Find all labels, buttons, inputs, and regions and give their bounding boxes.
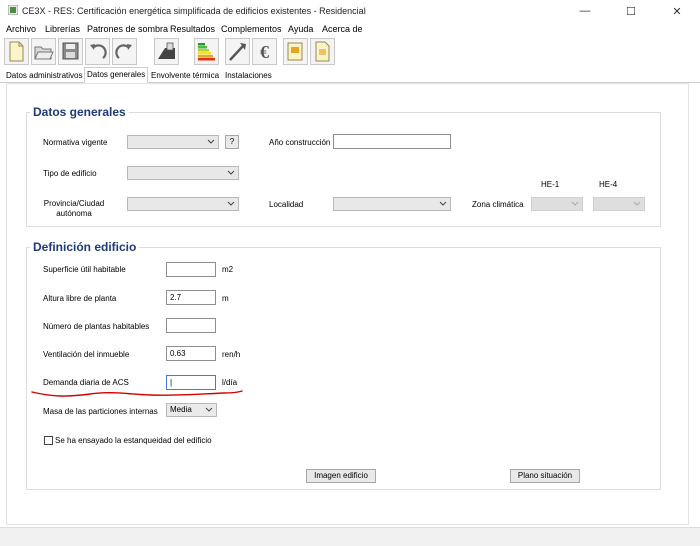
masa-particiones-label: Masa de las particiones internas [43, 407, 158, 416]
app-name: CE3X [22, 6, 46, 16]
title-separator: - [48, 6, 52, 16]
redo-icon [115, 44, 132, 59]
provincia-label: Provincia/Ciudad autónoma [43, 199, 105, 218]
status-bar [0, 527, 700, 546]
altura-unit: m [222, 294, 229, 303]
maximize-icon: ☐ [626, 5, 636, 18]
undo-button[interactable] [85, 38, 110, 65]
anio-construccion-input[interactable] [333, 134, 451, 149]
ventilacion-label: Ventilación del inmueble [43, 350, 130, 359]
provincia-select[interactable] [127, 197, 239, 211]
menu-resultados[interactable]: Resultados [170, 24, 215, 34]
estanqueidad-label: Se ha ensayado la estanqueidad del edifi… [55, 436, 212, 445]
ventilacion-unit: ren/h [222, 350, 241, 359]
altura-input[interactable]: 2.7 [166, 290, 216, 305]
report-button[interactable] [283, 38, 308, 65]
new-file-icon [9, 41, 24, 62]
menu-librerias[interactable]: Librerías [45, 24, 80, 34]
improvement-measures-icon [229, 43, 246, 61]
red-underline-annotation [31, 390, 243, 397]
menu-acerca-de[interactable]: Acerca de [322, 24, 363, 34]
open-folder-icon [34, 46, 54, 60]
tipo-edificio-select[interactable] [127, 166, 239, 180]
tab-datos-generales[interactable]: Datos generales [84, 67, 149, 83]
imagen-edificio-button[interactable]: Imagen edificio [306, 469, 376, 483]
menu-archivo[interactable]: Archivo [6, 24, 36, 34]
superficie-input[interactable] [166, 262, 216, 277]
normativa-label: Normativa vigente [43, 138, 108, 147]
close-icon: ✕ [672, 5, 682, 18]
chevron-down-icon [207, 139, 215, 144]
undo-icon [90, 44, 107, 59]
chevron-down-icon [227, 170, 235, 175]
chevron-down-icon [633, 201, 641, 206]
chevron-down-icon [205, 407, 213, 412]
chevron-down-icon [571, 201, 579, 206]
euro-icon: € [260, 42, 269, 62]
title-text: RES: Certificación energética simplifica… [53, 6, 366, 16]
definicion-edificio-title: Definición edificio [30, 240, 140, 254]
energy-rating-icon [198, 43, 215, 61]
tab-instalaciones[interactable]: Instalaciones [223, 69, 274, 82]
improvement-measures-button[interactable] [225, 38, 250, 65]
chevron-down-icon [439, 201, 447, 206]
anio-construccion-label: Año construcción [269, 138, 331, 147]
zona-he1-select[interactable] [531, 197, 583, 211]
menu-ayuda[interactable]: Ayuda [288, 24, 313, 34]
normativa-select[interactable] [127, 135, 219, 149]
normativa-help-button[interactable]: ? [225, 135, 239, 149]
maximize-button[interactable]: ☐ [608, 0, 654, 22]
menu-patrones-de-sombra[interactable]: Patrones de sombra [87, 24, 168, 34]
ventilacion-input[interactable]: 0.63 [166, 346, 216, 361]
energy-rating-button[interactable] [194, 38, 219, 65]
he1-label: HE-1 [541, 180, 560, 189]
masa-particiones-select[interactable]: Media [166, 403, 217, 417]
print-button[interactable] [154, 38, 179, 65]
window-title: CE3X - RES: Certificación energética sim… [22, 6, 366, 16]
plano-situacion-button[interactable]: Plano situación [510, 469, 580, 483]
minimize-icon: — [579, 5, 591, 17]
plantas-label: Número de plantas habitables [43, 322, 150, 331]
masa-particiones-value: Media [170, 405, 192, 414]
close-button[interactable]: ✕ [654, 0, 700, 22]
print-icon [158, 42, 175, 59]
tipo-edificio-label: Tipo de edificio [43, 169, 97, 178]
localidad-label: Localidad [269, 200, 304, 209]
chevron-down-icon [227, 201, 235, 206]
datos-generales-title: Datos generales [30, 105, 129, 119]
minimize-button[interactable]: — [562, 0, 608, 22]
localidad-select[interactable] [333, 197, 451, 211]
app-logo-icon [8, 5, 18, 15]
estanqueidad-checkbox[interactable] [44, 436, 53, 445]
zona-climatica-label: Zona climática [472, 200, 524, 209]
new-file-button[interactable] [4, 38, 29, 65]
svg-text:€: € [260, 42, 269, 62]
report-icon [287, 42, 303, 61]
menu-complementos[interactable]: Complementos [221, 24, 282, 34]
save-icon [62, 42, 79, 60]
economic-analysis-button[interactable]: € [252, 38, 277, 65]
superficie-label: Superficie útil habitable [43, 265, 126, 274]
save-button[interactable] [58, 38, 83, 65]
open-folder-button[interactable] [31, 38, 56, 65]
tab-envolvente-termica[interactable]: Envolvente térmica [149, 69, 221, 82]
superficie-unit: m2 [222, 265, 234, 274]
document-icon [315, 41, 330, 62]
definicion-edificio-group [26, 247, 661, 490]
redo-button[interactable] [112, 38, 137, 65]
he4-label: HE-4 [599, 180, 618, 189]
plantas-input[interactable] [166, 318, 216, 333]
zona-he4-select[interactable] [593, 197, 645, 211]
document-button[interactable] [310, 38, 335, 65]
altura-label: Altura libre de planta [43, 294, 117, 303]
tab-datos-administrativos[interactable]: Datos administrativos [4, 69, 84, 82]
